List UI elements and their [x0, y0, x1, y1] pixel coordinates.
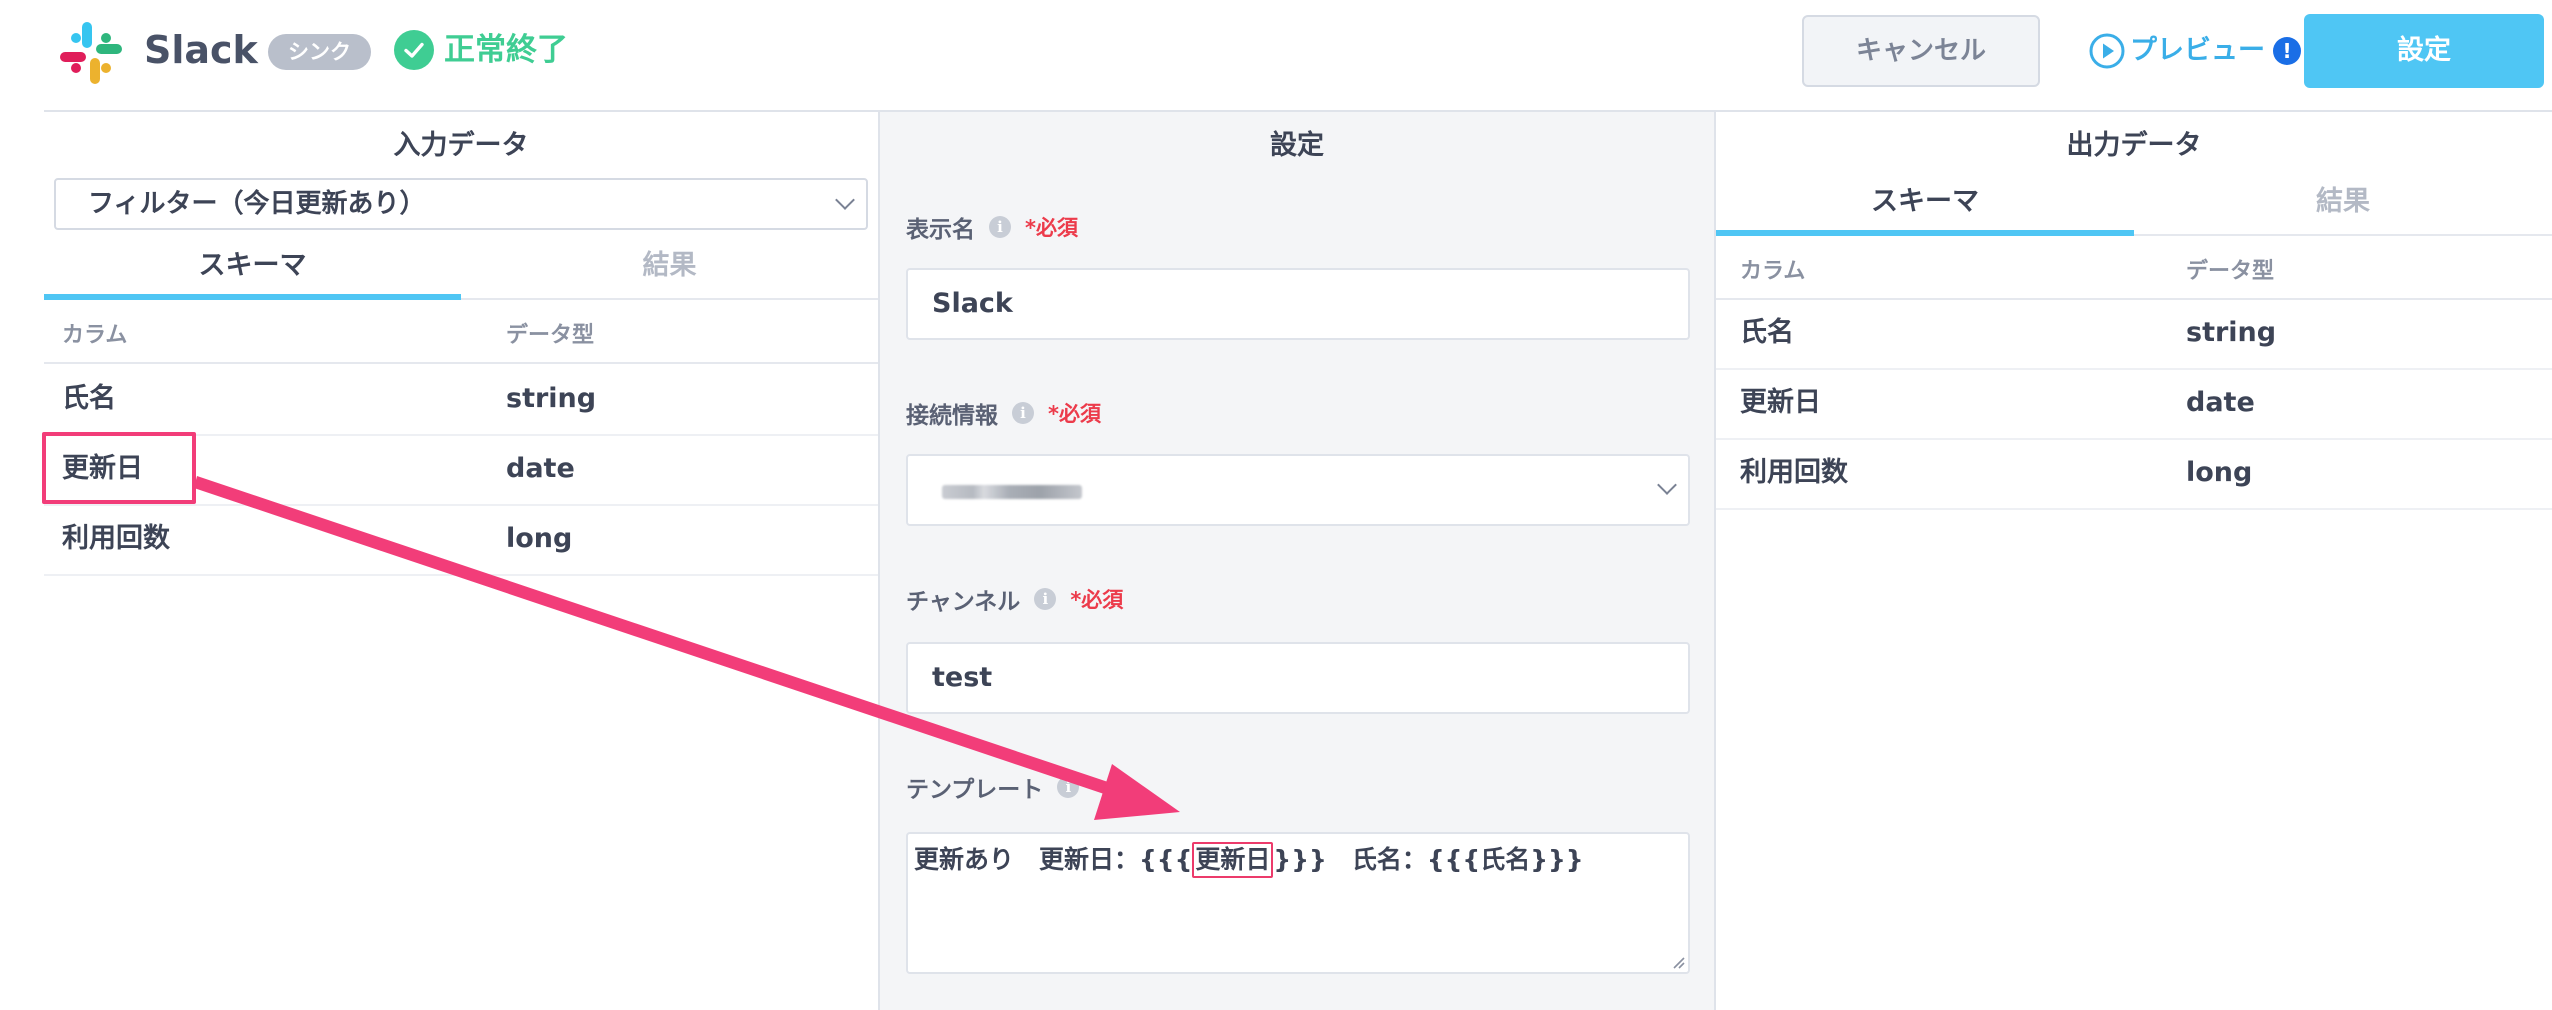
- schema-column-name: 氏名: [62, 383, 116, 414]
- input-dataset-value: フィルター（今日更新あり）: [88, 189, 426, 219]
- sync-badge: シンク: [268, 34, 371, 70]
- column-header-name: カラム: [62, 323, 128, 348]
- status-label: 正常終了: [444, 32, 568, 68]
- input-schema-header: カラム データ型: [44, 312, 878, 364]
- display-name-label-text: 表示名: [906, 217, 975, 243]
- annotation-highlight-box: [42, 432, 196, 504]
- settings-panel-title: 設定: [1270, 130, 1324, 161]
- schema-column-type: long: [2186, 457, 2253, 488]
- info-icon[interactable]: i: [1034, 588, 1057, 610]
- connection-label: 接続情報 i *必須: [906, 398, 1101, 429]
- schema-column-type: long: [506, 523, 573, 554]
- output-panel-title: 出力データ: [2066, 130, 2202, 161]
- run-status: 正常終了: [394, 30, 568, 70]
- connection-value-redacted: [942, 485, 1082, 499]
- slack-logo: [60, 22, 122, 84]
- channel-label-text: チャンネル: [906, 589, 1021, 615]
- schema-column-name: 更新日: [1740, 387, 1821, 418]
- chevron-down-icon: [835, 190, 855, 210]
- input-panel-title: 入力データ: [393, 130, 529, 161]
- check-circle-icon: [394, 30, 434, 70]
- display-name-input[interactable]: Slack: [906, 268, 1690, 340]
- schema-column-type: date: [506, 453, 575, 484]
- output-tabs: スキーマ 結果: [1716, 176, 2552, 236]
- alert-icon: !: [2273, 37, 2301, 65]
- app-root: Slack シンク 正常終了 キャンセル プレビュー ! 設定 入力データ フィ…: [0, 0, 2552, 1010]
- tab-output-schema[interactable]: スキーマ: [1716, 176, 2134, 236]
- schema-column-name: 利用回数: [1740, 457, 1848, 488]
- resize-grip-icon[interactable]: [1669, 953, 1685, 969]
- input-schema-row: 氏名 string: [44, 366, 878, 436]
- connection-label-text: 接続情報: [906, 403, 998, 429]
- template-text-after: }}} 氏名：{{{氏名}}}: [1273, 845, 1584, 874]
- tab-output-result[interactable]: 結果: [2134, 176, 2552, 236]
- setting-button[interactable]: 設定: [2304, 14, 2544, 88]
- schema-column-type: string: [2186, 317, 2277, 348]
- preview-label: プレビュー: [2130, 35, 2265, 66]
- schema-column-name: 氏名: [1740, 317, 1794, 348]
- template-label: テンプレート i: [906, 772, 1080, 803]
- column-header-type: データ型: [506, 323, 595, 348]
- template-label-text: テンプレート: [906, 777, 1044, 803]
- channel-input[interactable]: test: [906, 642, 1690, 714]
- column-header-name: カラム: [1740, 259, 1806, 284]
- required-mark: *必須: [1048, 402, 1101, 426]
- required-mark: *必須: [1070, 588, 1124, 612]
- play-circle-icon: [2089, 33, 2125, 69]
- tab-input-schema[interactable]: スキーマ: [44, 240, 461, 300]
- info-icon[interactable]: i: [1012, 402, 1034, 424]
- tab-input-result[interactable]: 結果: [461, 240, 878, 300]
- schema-column-type: string: [506, 383, 597, 414]
- chevron-down-icon: [1657, 475, 1677, 495]
- info-icon[interactable]: i: [1057, 776, 1080, 798]
- template-textarea[interactable]: 更新あり 更新日：{{{更新日}}} 氏名：{{{氏名}}}: [906, 832, 1690, 974]
- schema-column-name: 利用回数: [62, 523, 170, 554]
- output-schema-row: 氏名 string: [1716, 300, 2552, 370]
- cancel-button[interactable]: キャンセル: [1802, 15, 2040, 87]
- input-data-panel: 入力データ フィルター（今日更新あり） スキーマ 結果 カラム データ型 氏名 …: [44, 110, 878, 1010]
- info-icon[interactable]: i: [989, 216, 1011, 238]
- app-name: Slack: [144, 28, 258, 72]
- settings-panel: 設定 表示名 i *必須 Slack 接続情報 i *必須 チャンネル i *必…: [878, 110, 1716, 1010]
- schema-column-type: date: [2186, 387, 2255, 418]
- output-data-panel: 出力データ スキーマ 結果 カラム データ型 氏名 string 更新日 dat…: [1716, 110, 2552, 1010]
- preview-button[interactable]: プレビュー !: [2088, 30, 2301, 72]
- output-schema-row: 更新日 date: [1716, 370, 2552, 440]
- header: Slack シンク 正常終了 キャンセル プレビュー ! 設定: [0, 0, 2552, 110]
- channel-label: チャンネル i *必須: [906, 584, 1124, 615]
- template-text-before: 更新あり 更新日：{{{: [914, 845, 1193, 874]
- required-mark: *必須: [1025, 216, 1078, 240]
- input-dataset-select[interactable]: フィルター（今日更新あり）: [54, 178, 868, 230]
- connection-select[interactable]: [906, 454, 1690, 526]
- input-tabs: スキーマ 結果: [44, 240, 878, 300]
- column-header-type: データ型: [2186, 259, 2275, 284]
- output-schema-row: 利用回数 long: [1716, 440, 2552, 510]
- output-schema-header: カラム データ型: [1716, 248, 2552, 300]
- template-text: 更新あり 更新日：{{{更新日}}} 氏名：{{{氏名}}}: [914, 842, 1584, 878]
- display-name-label: 表示名 i *必須: [906, 212, 1078, 243]
- input-schema-row: 利用回数 long: [44, 506, 878, 576]
- template-placeholder-highlight: 更新日: [1192, 842, 1274, 878]
